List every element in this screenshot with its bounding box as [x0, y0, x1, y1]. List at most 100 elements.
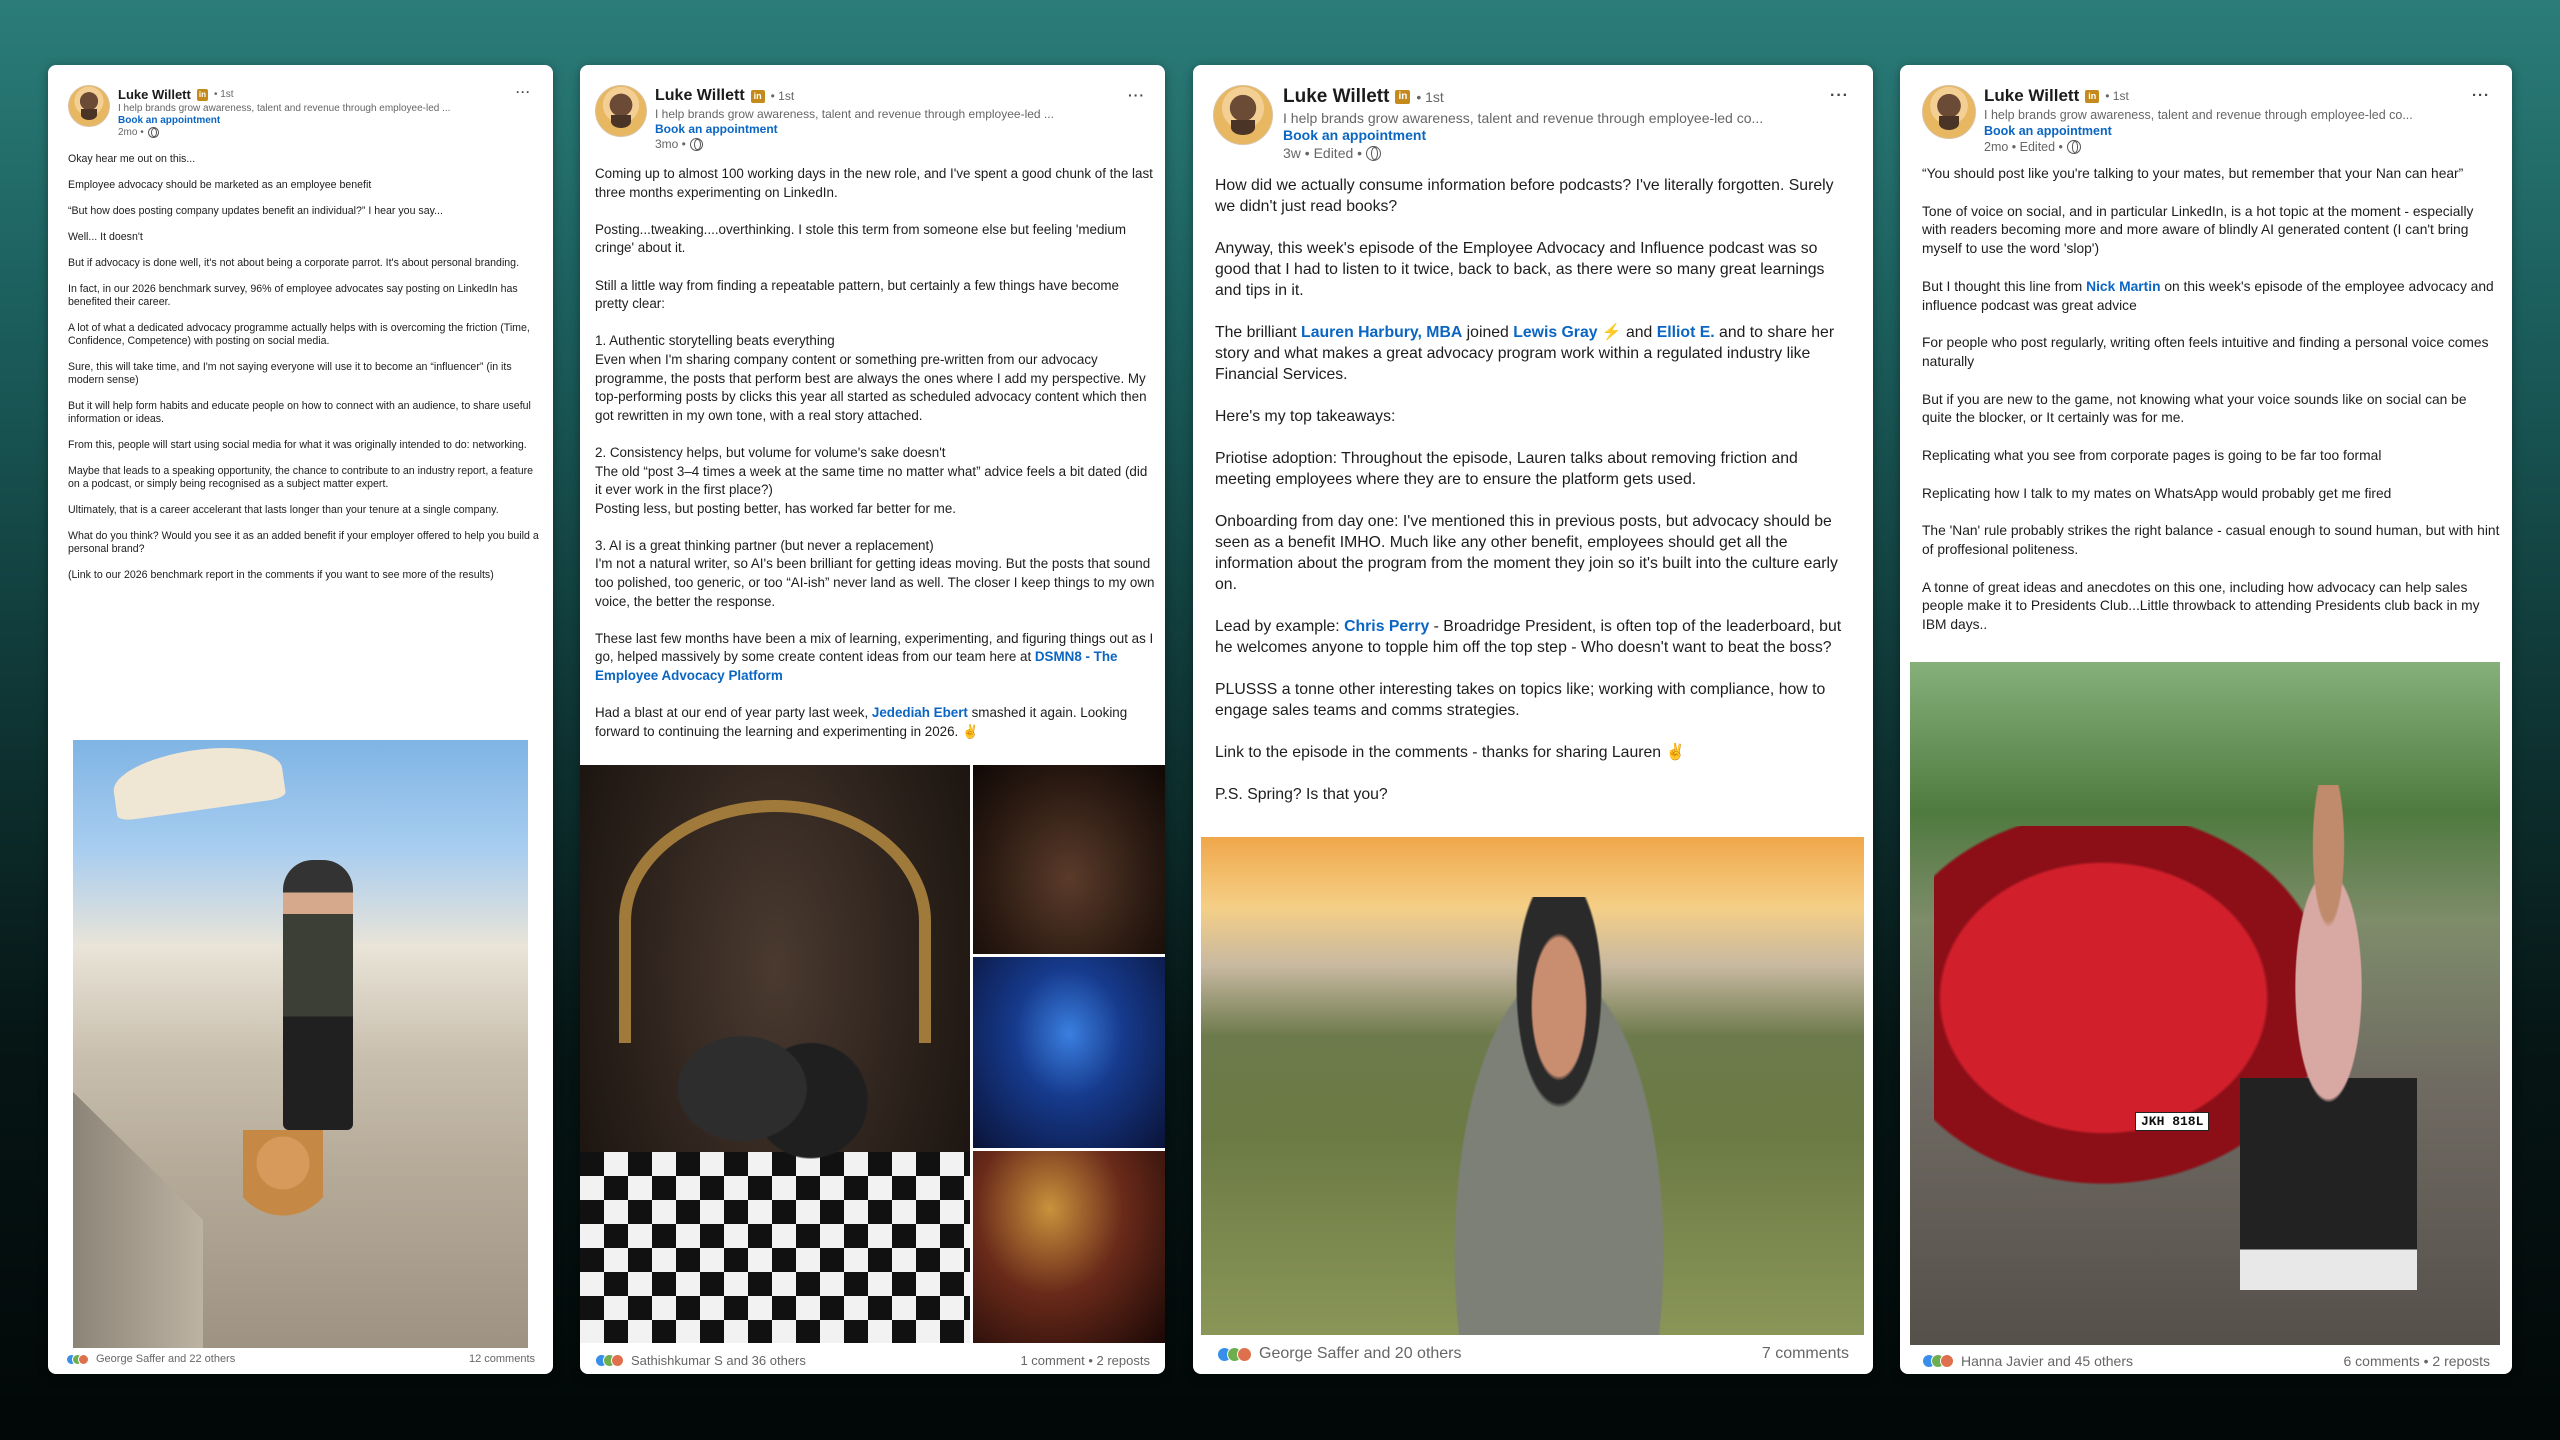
engagement-stats[interactable]: 6 comments • 2 reposts	[2343, 1353, 2490, 1369]
post-paragraph: But if you are new to the game, not know…	[1922, 391, 2500, 429]
book-appointment-link[interactable]: Book an appointment	[1984, 124, 2112, 138]
reaction-icons[interactable]	[1217, 1346, 1252, 1362]
book-appointment-link[interactable]: Book an appointment	[118, 115, 220, 126]
reactions-count[interactable]: Sathishkumar S and 36 others	[631, 1353, 806, 1368]
author-name[interactable]: Luke Willett	[655, 87, 745, 105]
post-paragraph: Onboarding from day one: I've mentioned …	[1215, 511, 1855, 595]
avatar[interactable]	[68, 85, 110, 127]
post-text: “You should post like you're talking to …	[1922, 166, 2464, 181]
post-paragraph: Anyway, this week's episode of the Emplo…	[1215, 238, 1855, 301]
post-paragraph: Replicating what you see from corporate …	[1922, 447, 2500, 466]
post-text: What do you think? Would you see it as a…	[68, 530, 539, 555]
book-appointment-link[interactable]: Book an appointment	[655, 122, 778, 136]
post-text: Posting...tweaking....overthinking. I st…	[595, 221, 1126, 256]
reactions-count[interactable]: George Saffer and 20 others	[1259, 1345, 1462, 1363]
post-text: Onboarding from day one: I've mentioned …	[1215, 513, 1838, 593]
post-text: In fact, in our 2026 benchmark survey, 9…	[68, 283, 518, 308]
post-paragraph: The brilliant Lauren Harbury, MBA joined…	[1215, 322, 1855, 385]
avatar[interactable]	[1213, 85, 1273, 145]
more-options-icon[interactable]: ···	[1830, 87, 1849, 105]
author-name[interactable]: Luke Willett	[118, 87, 191, 102]
reaction-icons[interactable]	[66, 1353, 89, 1365]
post-image-main[interactable]	[580, 765, 970, 1343]
post-text: A lot of what a dedicated advocacy progr…	[68, 322, 530, 347]
post-paragraph: (Link to our 2026 benchmark report in th…	[68, 569, 543, 582]
post-paragraph: Link to the episode in the comments - th…	[1215, 742, 1855, 763]
post-paragraph: Posting...tweaking....overthinking. I st…	[595, 221, 1155, 258]
post-text: But if advocacy is done well, it's not a…	[68, 257, 520, 269]
post-card-3: Luke Willett in • 1st I help brands grow…	[1193, 65, 1873, 1374]
post-text: Lead by example:	[1215, 618, 1345, 635]
post-text: The 'Nan' rule probably strikes the righ…	[1922, 523, 2500, 557]
engagement-stats[interactable]: 12 comments	[469, 1353, 535, 1365]
post-paragraph: Here's my top takeaways:	[1215, 406, 1855, 427]
post-text: 3. AI is a great thinking partner (but n…	[595, 537, 1155, 609]
post-paragraph: Employee advocacy should be marketed as …	[68, 179, 543, 192]
post-paragraph: Still a little way from finding a repeat…	[595, 277, 1155, 314]
post-paragraph: 2. Consistency helps, but volume for vol…	[595, 444, 1155, 518]
author-headline: I help brands grow awareness, talent and…	[118, 103, 451, 114]
post-image-thumb-3[interactable]	[973, 1151, 1165, 1343]
post-text: ⚡️ and	[1597, 324, 1657, 341]
mention-link[interactable]: Elliot E.	[1657, 324, 1715, 341]
post-paragraph: P.S. Spring? Is that you?	[1215, 784, 1855, 805]
more-options-icon[interactable]: ···	[2472, 87, 2490, 104]
post-image[interactable]	[73, 740, 528, 1348]
post-text: Still a little way from finding a repeat…	[595, 277, 1120, 312]
post-body: “You should post like you're talking to …	[1922, 165, 2500, 654]
post-text: 1. Authentic storytelling beats everythi…	[595, 333, 1147, 423]
book-appointment-link[interactable]: Book an appointment	[1283, 127, 1426, 143]
mention-link[interactable]: Jedediah Ebert	[872, 705, 968, 720]
mention-link[interactable]: Nick Martin	[2086, 279, 2160, 294]
mention-link[interactable]: Lauren Harbury, MBA	[1301, 324, 1462, 341]
post-paragraph: Tone of voice on social, and in particul…	[1922, 203, 2500, 259]
mention-link[interactable]: Chris Perry	[1344, 618, 1429, 635]
globe-icon	[147, 127, 159, 138]
post-image-thumb-2[interactable]	[973, 957, 1165, 1148]
engagement-stats[interactable]: 7 comments	[1762, 1345, 1849, 1363]
post-image[interactable]: JKH 818L	[1910, 662, 2500, 1345]
post-text: Anyway, this week's episode of the Emplo…	[1215, 240, 1825, 299]
post-card-4: Luke Willett in • 1st I help brands grow…	[1900, 65, 2512, 1374]
post-text: Replicating what you see from corporate …	[1922, 447, 2382, 463]
post-paragraph: What do you think? Would you see it as a…	[68, 530, 543, 556]
reaction-icons[interactable]	[595, 1354, 624, 1367]
post-image[interactable]	[1201, 837, 1864, 1335]
post-text: Tone of voice on social, and in particul…	[1922, 203, 2474, 257]
avatar[interactable]	[1922, 85, 1976, 139]
post-paragraph: Lead by example: Chris Perry - Broadridg…	[1215, 616, 1855, 658]
connection-degree: • 1st	[770, 89, 795, 103]
linkedin-premium-badge-icon: in	[196, 88, 208, 101]
more-options-icon[interactable]: ···	[1128, 87, 1145, 103]
author-name[interactable]: Luke Willett	[1984, 86, 2079, 106]
mention-link[interactable]: Lewis Gray	[1513, 324, 1597, 341]
post-paragraph: Ultimately, that is a career accelerant …	[68, 504, 543, 517]
post-image-thumb-1[interactable]	[973, 765, 1165, 954]
more-options-icon[interactable]: ···	[516, 85, 531, 99]
post-text: A tonne of great ideas and anecdotes on …	[1922, 579, 2480, 633]
reactions-count[interactable]: Hanna Javier and 45 others	[1961, 1353, 2133, 1369]
post-paragraph: For people who post regularly, writing o…	[1922, 334, 2500, 372]
post-text: For people who post regularly, writing o…	[1922, 335, 2489, 369]
globe-icon	[689, 137, 703, 151]
post-timestamp: 2mo •	[118, 127, 144, 138]
author-name[interactable]: Luke Willett	[1283, 86, 1389, 108]
linkedin-premium-badge-icon: in	[2085, 89, 2100, 103]
avatar[interactable]	[595, 85, 647, 137]
post-paragraph: But it will help form habits and educate…	[68, 400, 543, 426]
post-paragraph: Okay hear me out on this...	[68, 153, 543, 166]
post-text: Ultimately, that is a career accelerant …	[68, 504, 499, 516]
reactions-count[interactable]: George Saffer and 22 others	[96, 1353, 235, 1365]
post-paragraph: Replicating how I talk to my mates on Wh…	[1922, 485, 2500, 504]
reaction-icons[interactable]	[1922, 1354, 1954, 1368]
post-paragraph: 3. AI is a great thinking partner (but n…	[595, 537, 1155, 611]
post-paragraph: Coming up to almost 100 working days in …	[595, 165, 1155, 202]
post-paragraph: “You should post like you're talking to …	[1922, 165, 2500, 184]
post-text: But I thought this line from	[1922, 278, 2087, 294]
post-body: Okay hear me out on this... Employee advo…	[68, 153, 543, 595]
connection-degree: • 1st	[2105, 89, 2129, 103]
post-paragraph: Priotise adoption: Throughout the episod…	[1215, 448, 1855, 490]
post-paragraph: Well... It doesn't	[68, 231, 543, 244]
post-text: Well... It doesn't	[68, 231, 143, 243]
engagement-stats[interactable]: 1 comment • 2 reposts	[1020, 1353, 1150, 1368]
